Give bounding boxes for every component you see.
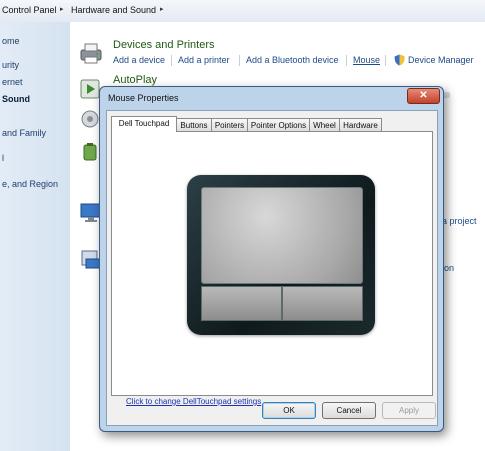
link-divider [239,55,240,66]
tab-hardware[interactable]: Hardware [339,118,382,132]
nav-item-partial[interactable]: l [2,153,4,163]
breadcrumb-control-panel[interactable]: Control Panel [2,5,57,15]
tab-pointer-options[interactable]: Pointer Options [247,118,310,132]
shield-icon [394,54,405,66]
nav-item-hardware-sound[interactable]: Sound [2,94,30,104]
nav-item-family[interactable]: and Family [2,128,46,138]
tab-wheel[interactable]: Wheel [309,118,340,132]
nav-item-region[interactable]: e, and Region [2,179,58,189]
tab-dell-touchpad[interactable]: Dell Touchpad [111,116,177,132]
address-bar[interactable]: Control Panel ▸ Hardware and Sound ▸ [0,0,485,23]
devices-and-printers-title[interactable]: Devices and Printers [113,39,215,51]
link-divider [171,55,172,66]
nav-item-security[interactable]: urity [2,60,19,70]
add-device-link[interactable]: Add a device [113,55,165,65]
touchpad-left-button [201,286,282,321]
add-bluetooth-device-link[interactable]: Add a Bluetooth device [246,55,339,65]
breadcrumb-hardware-and-sound[interactable]: Hardware and Sound [71,5,156,15]
cancel-button[interactable]: Cancel [322,402,376,419]
touchpad-surface [201,187,363,284]
dialog-client-area: Dell Touchpad Buttons Pointers Pointer O… [106,110,438,426]
touchpad-right-button [282,286,363,321]
link-divider [385,55,386,66]
autoplay-icon[interactable] [80,79,100,99]
close-icon: ✕ [419,90,428,101]
nav-item-home[interactable]: ome [2,36,20,46]
power-options-icon[interactable] [80,142,100,162]
ok-button[interactable]: OK [262,402,316,419]
printer-icon[interactable] [78,42,104,64]
mouse-properties-dialog: Mouse Properties ✕ Dell Touchpad Buttons… [99,86,444,432]
apply-button[interactable]: Apply [382,402,436,419]
nav-item-internet[interactable]: ernet [2,77,23,87]
dell-touchpad-settings-link[interactable]: Click to change DellTouchpad settings [126,397,261,406]
sound-icon[interactable] [80,109,100,129]
touchpad-illustration [187,175,375,335]
close-button[interactable]: ✕ [407,88,440,104]
projector-link-fragment[interactable]: a project [442,216,477,226]
mouse-link[interactable]: Mouse [353,55,380,65]
left-nav-pane: ome urity ernet Sound and Family l e, an… [0,22,70,451]
device-manager-link[interactable]: Device Manager [408,55,474,65]
dell-touchpad-panel: Click to change DellTouchpad settings [111,131,433,406]
tab-pointers[interactable]: Pointers [211,118,248,132]
link-divider [346,55,347,66]
tab-buttons[interactable]: Buttons [176,118,212,132]
dialog-title: Mouse Properties [108,93,179,103]
add-printer-link[interactable]: Add a printer [178,55,230,65]
breadcrumb-chevron-icon[interactable]: ▸ [60,5,64,13]
autoplay-title[interactable]: AutoPlay [113,74,157,86]
breadcrumb-chevron-icon[interactable]: ▸ [160,5,164,13]
